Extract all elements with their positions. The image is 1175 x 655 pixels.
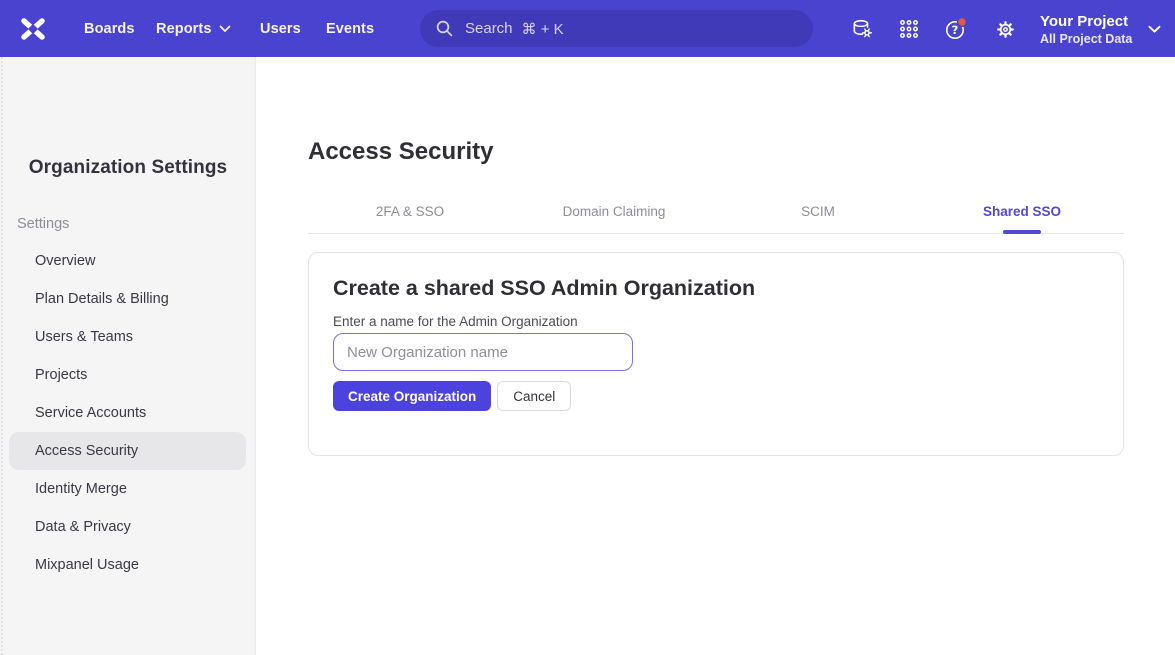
sidebar-item-mixpanel-usage[interactable]: Mixpanel Usage	[0, 546, 256, 584]
settings-button[interactable]	[989, 13, 1021, 45]
nav-item-label: Reports	[156, 21, 212, 37]
project-scope: All Project Data	[1040, 31, 1132, 47]
help-button[interactable]: ?	[941, 13, 973, 45]
org-name-field-label: Enter a name for the Admin Organization	[333, 314, 578, 329]
nav-item-label: Users	[260, 21, 301, 37]
nav-item-reports[interactable]: Reports	[156, 0, 231, 57]
search-placeholder: Search	[465, 20, 513, 37]
sidebar-item-plan-details-billing[interactable]: Plan Details & Billing	[0, 280, 256, 318]
cancel-button[interactable]: Cancel	[497, 381, 571, 411]
top-navbar: Boards Reports Users Events Search ⌘ + K	[0, 0, 1175, 57]
main-content: Access Security 2FA & SSO Domain Claimin…	[256, 57, 1175, 655]
card-title: Create a shared SSO Admin Organization	[333, 276, 755, 301]
sidebar-title: Organization Settings	[0, 157, 256, 179]
page-title: Access Security	[308, 138, 493, 166]
database-gear-icon	[851, 18, 874, 41]
tab-domain-claiming[interactable]: Domain Claiming	[512, 190, 716, 233]
sidebar-nav: Overview Plan Details & Billing Users & …	[0, 242, 256, 584]
sidebar-item-overview[interactable]: Overview	[0, 242, 256, 280]
svg-text:?: ?	[952, 23, 959, 37]
settings-sidebar: Organization Settings Settings Overview …	[0, 57, 256, 655]
chevron-down-icon	[219, 25, 231, 33]
gear-icon	[994, 18, 1017, 41]
global-search-input[interactable]: Search ⌘ + K	[420, 10, 813, 47]
nav-item-label: Events	[326, 21, 374, 37]
org-name-input[interactable]	[333, 333, 633, 371]
nav-item-boards[interactable]: Boards	[84, 0, 135, 57]
nav-item-label: Boards	[84, 21, 135, 37]
search-icon	[435, 19, 454, 38]
sidebar-item-users-teams[interactable]: Users & Teams	[0, 318, 256, 356]
apps-grid-button[interactable]	[893, 13, 925, 45]
tab-2fa-sso[interactable]: 2FA & SSO	[308, 190, 512, 233]
sidebar-item-service-accounts[interactable]: Service Accounts	[0, 394, 256, 432]
sidebar-item-data-privacy[interactable]: Data & Privacy	[0, 508, 256, 546]
create-organization-button[interactable]: Create Organization	[333, 381, 491, 411]
notification-badge	[958, 18, 967, 27]
card-actions: Create Organization Cancel	[333, 381, 571, 411]
tab-bar: 2FA & SSO Domain Claiming SCIM Shared SS…	[308, 190, 1124, 234]
app-root: Boards Reports Users Events Search ⌘ + K	[0, 0, 1175, 655]
mixpanel-logo-icon[interactable]	[19, 17, 47, 41]
tab-shared-sso[interactable]: Shared SSO	[920, 190, 1124, 233]
sidebar-item-identity-merge[interactable]: Identity Merge	[0, 470, 256, 508]
project-name: Your Project	[1040, 12, 1132, 31]
sidebar-item-projects[interactable]: Projects	[0, 356, 256, 394]
search-shortcut-hint: ⌘ + K	[522, 20, 564, 38]
chevron-down-icon	[1148, 25, 1161, 34]
help-icon: ?	[944, 16, 970, 42]
tab-scim[interactable]: SCIM	[716, 190, 920, 233]
sidebar-item-access-security[interactable]: Access Security	[9, 432, 246, 470]
data-management-button[interactable]	[846, 13, 878, 45]
nav-item-events[interactable]: Events	[326, 0, 374, 57]
create-shared-sso-card: Create a shared SSO Admin Organization E…	[308, 252, 1124, 456]
project-selector[interactable]: Your Project All Project Data	[1040, 9, 1161, 49]
grid-dots-icon	[898, 18, 920, 40]
nav-item-users[interactable]: Users	[260, 0, 301, 57]
sidebar-section-label: Settings	[17, 216, 69, 232]
